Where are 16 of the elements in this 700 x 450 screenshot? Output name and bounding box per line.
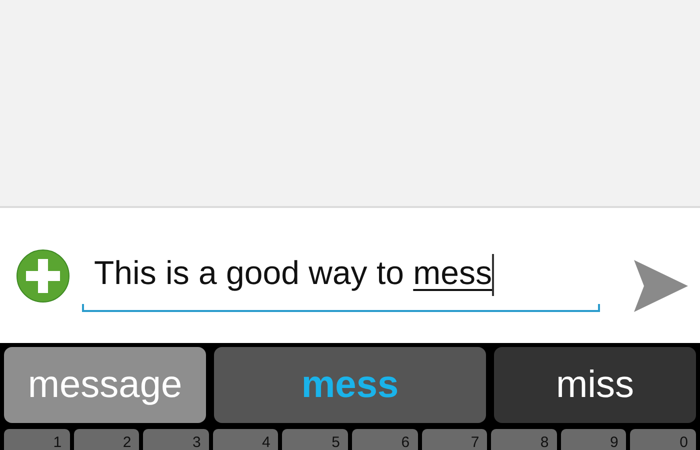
message-input[interactable]: This is a good way to mess (82, 240, 600, 312)
key[interactable]: 3 (143, 429, 209, 450)
key[interactable]: 1 (4, 429, 70, 450)
suggestion[interactable]: message (4, 347, 206, 423)
add-icon[interactable] (16, 248, 70, 302)
suggestion[interactable]: mess (214, 347, 486, 423)
key[interactable]: 4 (212, 429, 278, 450)
suggestion[interactable]: miss (494, 347, 696, 423)
key[interactable]: 6 (352, 429, 418, 450)
key[interactable]: 2 (74, 429, 140, 450)
send-icon[interactable] (632, 258, 690, 314)
key[interactable]: 0 (630, 429, 696, 450)
key[interactable]: 7 (422, 429, 488, 450)
key[interactable]: 5 (282, 429, 348, 450)
key[interactable]: 9 (560, 429, 626, 450)
key[interactable]: 8 (491, 429, 557, 450)
